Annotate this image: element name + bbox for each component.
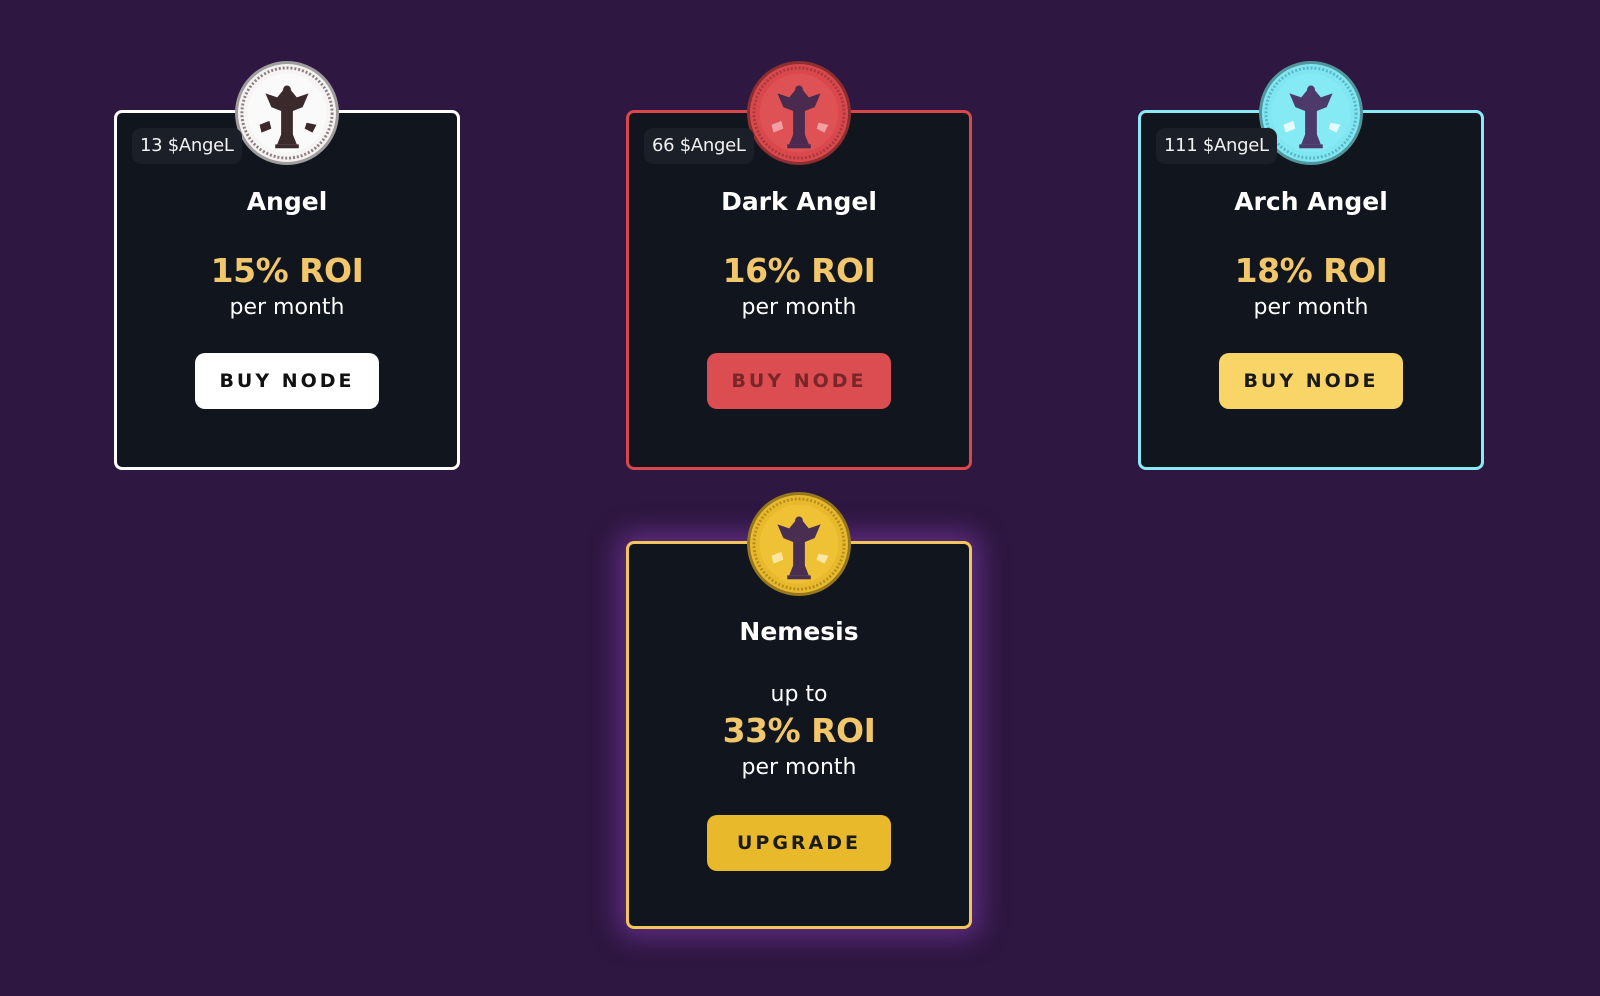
angel-coin-icon xyxy=(235,61,339,165)
card-arch-angel: 111 $AngeL Arch Angel 18% ROI per month … xyxy=(1138,61,1484,470)
dark-angel-coin-icon xyxy=(747,61,851,165)
price-badge: 111 $AngeL xyxy=(1156,128,1277,164)
roi-period: per month xyxy=(741,755,857,780)
roi-period: per month xyxy=(229,295,345,320)
card-dark-angel: 66 $AngeL Dark Angel 16% ROI per month B… xyxy=(626,61,972,470)
node-tiers-page: 13 $AngeL Angel 15% ROI per month BUY NO… xyxy=(0,0,1600,996)
roi-value: 33% ROI xyxy=(722,711,876,750)
tier-title: Angel xyxy=(246,187,328,216)
roi-period: per month xyxy=(1253,295,1369,320)
roi-prefix: up to xyxy=(770,682,828,707)
roi-value: 16% ROI xyxy=(722,251,876,290)
buy-node-button[interactable]: BUY NODE xyxy=(707,353,891,409)
tier-title: Arch Angel xyxy=(1234,187,1388,216)
card-nemesis: Nemesis up to 33% ROI per month UPGRADE xyxy=(626,492,972,929)
nemesis-coin-icon xyxy=(747,492,851,596)
roi-value: 18% ROI xyxy=(1234,251,1388,290)
price-badge: 13 $AngeL xyxy=(132,128,242,164)
roi-value: 15% ROI xyxy=(210,251,364,290)
upgrade-button[interactable]: UPGRADE xyxy=(707,815,891,871)
buy-node-button[interactable]: BUY NODE xyxy=(195,353,379,409)
card-angel: 13 $AngeL Angel 15% ROI per month BUY NO… xyxy=(114,61,460,470)
tier-title: Dark Angel xyxy=(721,187,877,216)
tier-title: Nemesis xyxy=(739,617,859,646)
roi-period: per month xyxy=(741,295,857,320)
price-badge: 66 $AngeL xyxy=(644,128,754,164)
buy-node-button[interactable]: BUY NODE xyxy=(1219,353,1403,409)
